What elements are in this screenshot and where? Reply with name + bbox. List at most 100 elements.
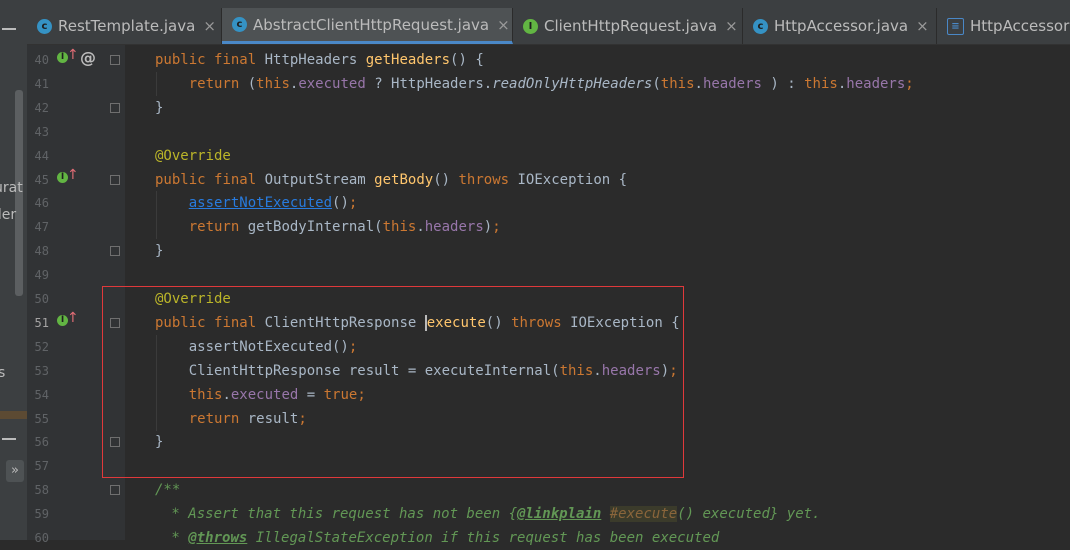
- code-token: (): [332, 195, 349, 211]
- code-token: (): [485, 315, 512, 331]
- code-token: (): [433, 172, 459, 188]
- code-line: 49: [0, 263, 1070, 287]
- code-text: * @throws IllegalStateException if this …: [163, 526, 719, 550]
- navigation-bar: [0, 0, 1070, 8]
- code-token: return: [188, 411, 248, 427]
- code-line: 43: [0, 120, 1070, 144]
- tab-label: RestTemplate.java: [58, 17, 196, 35]
- up-arrow-icon: ↑: [67, 47, 79, 63]
- code-text: @Override: [155, 144, 231, 168]
- code-token: headers: [702, 76, 762, 92]
- code-line: 41 return (this.executed ? HttpHeaders.r…: [0, 72, 1070, 96]
- line-number: 55: [34, 412, 49, 426]
- fold-marker-icon[interactable]: [110, 55, 120, 65]
- fold-marker-icon[interactable]: [110, 246, 120, 256]
- code-token: public: [155, 315, 215, 331]
- code-token: ClientHttpResponse: [264, 315, 425, 331]
- code-token: .: [222, 387, 231, 403]
- code-text: /**: [155, 478, 180, 502]
- code-text: public final OutputStream getBody() thro…: [155, 168, 627, 192]
- code-line: 55 return result;: [0, 407, 1070, 431]
- line-number: 47: [34, 220, 49, 234]
- tab-label: HttpAccessor: [970, 17, 1070, 35]
- code-token: * Assert that this request has not been …: [163, 506, 518, 522]
- line-number: 42: [34, 101, 49, 115]
- line-number: 43: [34, 125, 49, 139]
- line-number: 45: [34, 173, 49, 187]
- line-number: 41: [34, 77, 49, 91]
- line-number: 53: [34, 364, 49, 378]
- code-token: headers: [601, 363, 661, 379]
- indent-guide: [156, 72, 157, 96]
- code-token: /**: [155, 482, 181, 498]
- code-token: HttpHeaders: [264, 52, 366, 68]
- code-token: this: [660, 76, 695, 92]
- code-line: 58 /**: [0, 478, 1070, 502]
- tab-clienthttprequest-java[interactable]: I ClientHttpRequest.java ×: [513, 8, 743, 44]
- code-text: }: [155, 96, 163, 120]
- code-token: headers: [424, 219, 484, 235]
- tab-httpaccessor-java[interactable]: c HttpAccessor.java ×: [743, 8, 937, 44]
- fold-marker-icon[interactable]: [110, 175, 120, 185]
- code-token: () executed} yet.: [677, 506, 821, 522]
- code-token: ): [483, 219, 493, 235]
- code-token: ): [660, 363, 670, 379]
- code-token: this: [382, 219, 417, 235]
- code-token: assertNotExecuted(): [155, 339, 349, 355]
- class-icon: c: [232, 17, 247, 32]
- code-text: assertNotExecuted();: [155, 335, 358, 359]
- code-line: 45 public final OutputStream getBody() th…: [0, 168, 1070, 192]
- tab-label: ClientHttpRequest.java: [544, 17, 718, 35]
- close-icon[interactable]: ×: [725, 17, 738, 35]
- fold-marker-icon[interactable]: [110, 485, 120, 495]
- line-number: 48: [34, 244, 49, 258]
- code-line: 59 * Assert that this request has not be…: [0, 502, 1070, 526]
- left-panel-collapse-bar[interactable]: [2, 28, 16, 30]
- code-token: ;: [348, 195, 358, 211]
- code-text: return (this.executed ? HttpHeaders.read…: [155, 72, 914, 96]
- close-icon[interactable]: ×: [916, 17, 929, 35]
- code-text: return getBodyInternal(this.headers);: [155, 215, 501, 239]
- fold-marker-icon[interactable]: [110, 437, 120, 447]
- line-number: 59: [34, 507, 49, 521]
- code-text: this.executed = true;: [155, 383, 366, 407]
- code-token: #execute: [609, 506, 678, 522]
- code-token: ? HttpHeaders.: [365, 76, 493, 92]
- code-token: ;: [492, 219, 501, 235]
- tab-abstractclienthttprequest-java[interactable]: c AbstractClientHttpRequest.java ×: [222, 8, 513, 44]
- code-text: return result;: [155, 407, 307, 431]
- code-token: throws: [511, 315, 571, 331]
- code-line: 44 @Override: [0, 144, 1070, 168]
- code-token: assertNotExecuted: [188, 195, 333, 211]
- indent-guide: [156, 335, 157, 431]
- structure-icon: ≡: [947, 17, 964, 35]
- annotation-at-icon: @: [80, 48, 96, 67]
- close-icon[interactable]: ×: [203, 17, 216, 35]
- code-token: public: [155, 172, 215, 188]
- code-line: 51 public final ClientHttpResponse execut…: [0, 311, 1070, 335]
- tab-resttemplate-java[interactable]: c RestTemplate.java ×: [27, 8, 222, 44]
- code-line: 48}: [0, 239, 1070, 263]
- code-token: return: [188, 76, 248, 92]
- code-token: ;: [348, 339, 358, 355]
- close-icon[interactable]: ×: [497, 16, 510, 34]
- fold-marker-icon[interactable]: [110, 103, 120, 113]
- line-number: 60: [34, 531, 49, 545]
- code-token: execute: [426, 315, 486, 331]
- tab-httpaccessor[interactable]: ≡ HttpAccessor: [937, 8, 1070, 44]
- code-token: () {: [450, 52, 484, 68]
- code-token: .: [593, 363, 602, 379]
- code-token: final: [214, 172, 265, 188]
- code-line: 60 * @throws IllegalStateException if th…: [0, 526, 1070, 550]
- code-token: executed: [230, 387, 299, 403]
- line-number: 57: [34, 459, 49, 473]
- code-token: }: [155, 243, 164, 259]
- interface-icon: I: [523, 18, 538, 34]
- code-line: 46 assertNotExecuted();: [0, 191, 1070, 215]
- line-number: 56: [34, 435, 49, 449]
- up-arrow-icon: ↑: [67, 167, 79, 183]
- fold-marker-icon[interactable]: [110, 318, 120, 328]
